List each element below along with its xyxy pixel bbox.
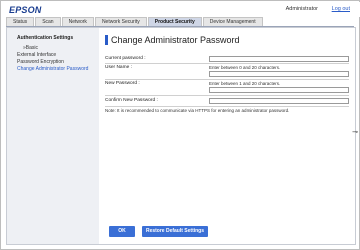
confirm-password-label: Confirm New Password : [105, 98, 158, 103]
row-divider [105, 63, 349, 64]
current-password-field[interactable] [209, 56, 349, 62]
row-divider [105, 106, 349, 107]
content-area: Authentication Settings »Basic External … [6, 27, 356, 245]
admin-label: Administrator [285, 6, 318, 12]
tab-status[interactable]: Status [6, 17, 35, 26]
title-accent-bar [105, 35, 108, 45]
logout-link[interactable]: Log out [332, 6, 350, 12]
restore-default-button[interactable]: Restore Default Settings [142, 226, 208, 237]
tab-network-security[interactable]: Network Security [94, 17, 147, 26]
user-name-field[interactable] [209, 71, 349, 77]
browser-frame: EPSON Administrator Log out Status Scan … [0, 0, 360, 250]
sidebar-item-external-interface[interactable]: External Interface [17, 52, 56, 58]
row-divider [105, 95, 349, 96]
row-divider [105, 79, 349, 80]
user-name-label: User Name : [105, 65, 132, 70]
confirm-password-field[interactable] [209, 98, 349, 104]
sidebar-item-basic[interactable]: »Basic [23, 45, 38, 51]
tab-bar: Status Scan Network Network Security Pro… [6, 17, 264, 26]
ok-button[interactable]: OK [109, 226, 135, 237]
new-password-label: New Password : [105, 81, 140, 86]
sidebar-item-password-encryption[interactable]: Password Encryption [17, 59, 64, 65]
tab-device-management[interactable]: Device Management [202, 17, 263, 26]
new-password-field[interactable] [209, 87, 349, 93]
page-title: Change Administrator Password [111, 35, 240, 45]
https-note: Note: It is recommended to communicate v… [105, 108, 290, 113]
header-bar: EPSON Administrator Log out [2, 2, 360, 17]
current-password-label: Current password : [105, 56, 146, 61]
sidebar: Authentication Settings »Basic External … [7, 28, 99, 244]
side-handle-icon[interactable]: ⊸ [352, 128, 358, 136]
sidebar-heading: Authentication Settings [17, 35, 74, 41]
sidebar-item-label: Basic [25, 45, 39, 51]
tab-network[interactable]: Network [61, 17, 94, 26]
new-password-hint: Enter between 1 and 20 characters. [209, 81, 281, 86]
user-name-hint: Enter between 0 and 20 characters. [209, 65, 281, 70]
epson-logo: EPSON [9, 5, 42, 15]
sidebar-item-change-admin-password[interactable]: Change Administrator Password [17, 66, 88, 72]
tab-product-security[interactable]: Product Security [147, 17, 202, 26]
main-panel: Change Administrator Password Current pa… [99, 28, 355, 244]
tab-scan[interactable]: Scan [35, 17, 61, 26]
